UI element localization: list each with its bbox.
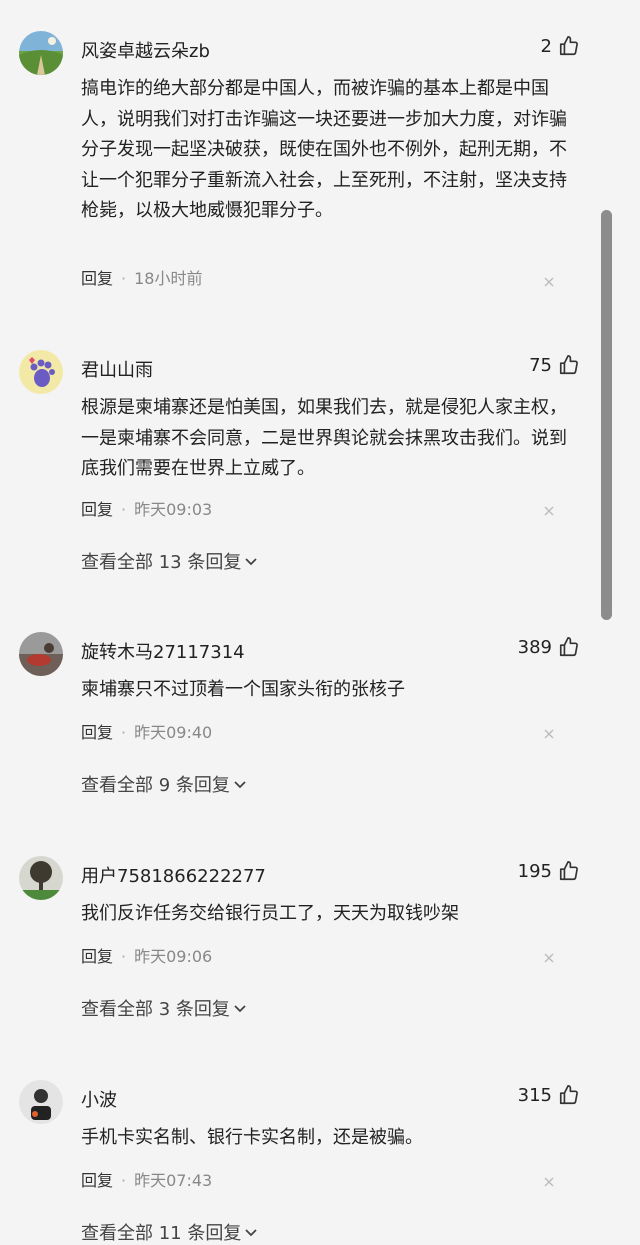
- like-button[interactable]: 315: [518, 1084, 580, 1106]
- like-button[interactable]: 75: [529, 354, 580, 376]
- view-all-replies-button[interactable]: 查看全部 13 条回复: [81, 548, 259, 574]
- view-replies-label: 查看全部 9 条回复: [81, 775, 230, 796]
- like-button[interactable]: 389: [518, 636, 580, 658]
- chevron-down-icon: [234, 781, 246, 789]
- username[interactable]: 旋转木马27117314: [81, 638, 245, 664]
- comment-text: 搞电诈的绝大部分都是中国人，而被诈骗的基本上都是中国人，说明我们对打击诈骗这一块…: [81, 78, 567, 221]
- chevron-down-icon: [245, 1229, 257, 1237]
- scrollbar-track[interactable]: [600, 0, 640, 1243]
- username[interactable]: 风姿卓越云朵zb: [81, 37, 210, 63]
- like-button[interactable]: 195: [518, 860, 580, 882]
- comment-meta: 回复 · 昨天09:06: [81, 947, 213, 966]
- timestamp: 昨天09:40: [134, 723, 213, 742]
- comment-meta: 回复 · 昨天09:40: [81, 723, 213, 742]
- like-count: 315: [517, 1084, 552, 1106]
- view-all-replies-button[interactable]: 查看全部 9 条回复: [81, 771, 248, 797]
- tree-avatar-icon: [19, 856, 63, 900]
- thumbs-up-icon[interactable]: [558, 35, 580, 57]
- avatar[interactable]: [19, 856, 63, 900]
- close-icon[interactable]: [541, 950, 557, 966]
- close-icon[interactable]: [541, 726, 557, 742]
- comment-meta: 回复 · 昨天09:03: [81, 500, 213, 519]
- figure-avatar-icon: [19, 1080, 63, 1124]
- avatar[interactable]: [19, 632, 63, 676]
- username[interactable]: 用户7581866222277: [81, 862, 266, 888]
- like-count: 389: [517, 636, 552, 658]
- photo-avatar-icon: [19, 632, 63, 676]
- timestamp: 昨天07:43: [134, 1171, 213, 1190]
- avatar[interactable]: [19, 350, 63, 394]
- view-all-replies-button[interactable]: 查看全部 3 条回复: [81, 995, 248, 1021]
- username[interactable]: 小波: [81, 1086, 117, 1112]
- close-icon[interactable]: [541, 274, 557, 290]
- reply-button[interactable]: 回复: [81, 269, 113, 288]
- comment-text: 我们反诈任务交给银行员工了，天天为取钱吵架: [81, 903, 459, 924]
- comment-text: 手机卡实名制、银行卡实名制，还是被骗。: [81, 1127, 423, 1148]
- reply-button[interactable]: 回复: [81, 1171, 113, 1190]
- view-replies-label: 查看全部 13 条回复: [81, 552, 242, 573]
- comment-meta: 回复 · 18小时前: [81, 269, 203, 288]
- close-icon[interactable]: [541, 503, 557, 519]
- timestamp: 18小时前: [134, 269, 203, 288]
- timestamp: 昨天09:06: [134, 947, 213, 966]
- close-icon[interactable]: [541, 1174, 557, 1190]
- scrollbar-thumb[interactable]: [601, 210, 612, 620]
- comment-text: 柬埔寨只不过顶着一个国家头衔的张核子: [81, 679, 405, 700]
- view-all-replies-button[interactable]: 查看全部 11 条回复: [81, 1219, 259, 1245]
- view-replies-label: 查看全部 11 条回复: [81, 1223, 242, 1244]
- comment-meta: 回复 · 昨天07:43: [81, 1171, 213, 1190]
- like-button[interactable]: 2: [541, 35, 580, 57]
- view-replies-label: 查看全部 3 条回复: [81, 999, 230, 1020]
- paw-avatar-icon: [19, 350, 63, 394]
- like-count: 195: [517, 860, 552, 882]
- timestamp: 昨天09:03: [134, 500, 213, 519]
- thumbs-up-icon[interactable]: [558, 636, 580, 658]
- like-count: 2: [540, 35, 552, 57]
- chevron-down-icon: [234, 1005, 246, 1013]
- thumbs-up-icon[interactable]: [558, 860, 580, 882]
- avatar[interactable]: [19, 1080, 63, 1124]
- comment-text: 根源是柬埔寨还是怕美国，如果我们去，就是侵犯人家主权，一是柬埔寨不会同意，二是世…: [81, 397, 567, 479]
- thumbs-up-icon[interactable]: [558, 354, 580, 376]
- reply-button[interactable]: 回复: [81, 723, 113, 742]
- avatar[interactable]: [19, 31, 63, 75]
- landscape-avatar-icon: [19, 31, 63, 75]
- thumbs-up-icon[interactable]: [558, 1084, 580, 1106]
- username[interactable]: 君山山雨: [81, 356, 153, 382]
- reply-button[interactable]: 回复: [81, 500, 113, 519]
- chevron-down-icon: [245, 558, 257, 566]
- like-count: 75: [529, 354, 552, 376]
- reply-button[interactable]: 回复: [81, 947, 113, 966]
